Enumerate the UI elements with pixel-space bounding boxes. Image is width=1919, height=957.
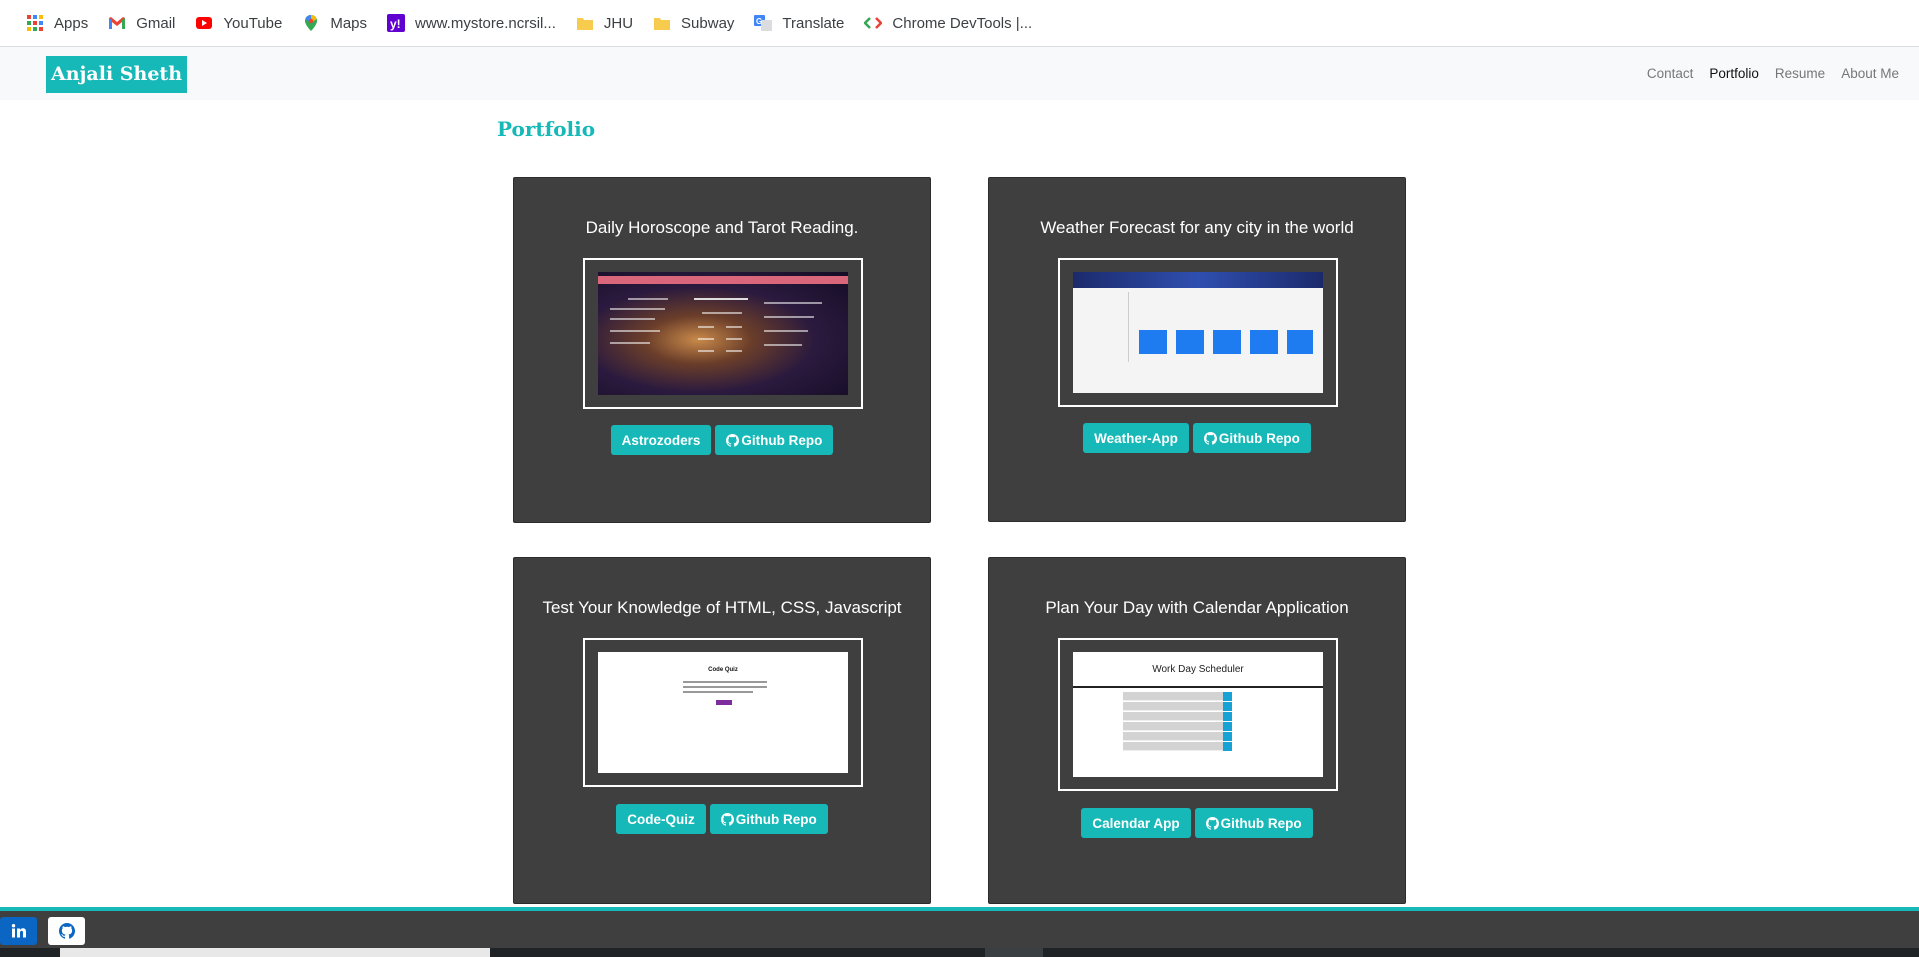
- project-buttons: Calendar App Github Repo: [989, 808, 1405, 838]
- bookmark-label: Translate: [782, 14, 845, 32]
- github-icon: [1205, 816, 1219, 830]
- site-navbar: Anjali Sheth Contact Portfolio Resume Ab…: [0, 47, 1919, 100]
- apps-grid-icon: [26, 14, 44, 32]
- bookmark-label: JHU: [603, 14, 634, 32]
- nav-link-contact[interactable]: Contact: [1647, 66, 1694, 81]
- button-label: Github Repo: [735, 811, 817, 827]
- github-icon: [1203, 431, 1217, 445]
- project-title: Test Your Knowledge of HTML, CSS, Javasc…: [542, 598, 902, 617]
- maps-pin-icon: [302, 14, 320, 32]
- project-screenshot[interactable]: Code Quiz: [583, 638, 863, 787]
- project-card-calendar: Plan Your Day with Calendar Application …: [988, 557, 1406, 904]
- github-repo-button[interactable]: Github Repo: [1192, 423, 1311, 453]
- brand-logo[interactable]: Anjali Sheth: [46, 56, 188, 93]
- screenshot-heading: Work Day Scheduler: [1152, 664, 1244, 675]
- bookmark-label: YouTube: [223, 14, 283, 32]
- svg-text:y!: y!: [390, 17, 401, 31]
- project-buttons: Weather-App Github Repo: [989, 423, 1405, 453]
- bookmark-label: Apps: [54, 14, 89, 32]
- project-title: Weather Forecast for any city in the wor…: [1040, 218, 1354, 237]
- nav-link-portfolio[interactable]: Portfolio: [1709, 66, 1759, 81]
- screenshot-heading: Code Quiz: [708, 667, 738, 673]
- project-title: Plan Your Day with Calendar Application: [1045, 598, 1349, 617]
- bookmark-label: www.mystore.ncrsil...: [415, 14, 556, 32]
- nav-link-about-me[interactable]: About Me: [1841, 66, 1899, 81]
- project-screenshot[interactable]: [583, 258, 863, 409]
- yahoo-icon: y!: [387, 14, 406, 32]
- bookmark-maps[interactable]: Maps: [294, 8, 375, 38]
- bookmark-label: Subway: [681, 14, 735, 32]
- nav-link-resume[interactable]: Resume: [1775, 66, 1825, 81]
- live-app-button[interactable]: Weather-App: [1083, 423, 1189, 453]
- project-buttons: Code-Quiz Github Repo: [514, 804, 930, 834]
- button-label: Astrozoders: [621, 432, 701, 448]
- gmail-icon: [108, 14, 126, 32]
- github-repo-button[interactable]: Github Repo: [715, 425, 834, 455]
- project-screenshot[interactable]: [1058, 258, 1338, 407]
- button-label: Calendar App: [1092, 815, 1180, 831]
- button-label: Code-Quiz: [627, 811, 695, 827]
- devtools-icon: [864, 14, 883, 32]
- button-label: Github Repo: [1220, 815, 1302, 831]
- project-card-code-quiz: Test Your Knowledge of HTML, CSS, Javasc…: [513, 557, 931, 904]
- nav-links: Contact Portfolio Resume About Me: [1631, 47, 1899, 100]
- site-footer: [0, 911, 1919, 948]
- live-app-button[interactable]: Code-Quiz: [616, 804, 706, 834]
- github-repo-button[interactable]: Github Repo: [1194, 808, 1313, 838]
- page-title: Portfolio: [497, 117, 596, 141]
- live-app-button[interactable]: Calendar App: [1081, 808, 1191, 838]
- github-icon: [58, 923, 75, 939]
- github-icon: [726, 433, 740, 447]
- github-icon: [720, 812, 734, 826]
- bookmark-jhu[interactable]: JHU: [568, 8, 641, 38]
- bookmark-gmail[interactable]: Gmail: [100, 8, 183, 38]
- github-link[interactable]: [48, 917, 85, 945]
- button-label: Github Repo: [741, 432, 823, 448]
- bookmark-label: Maps: [330, 14, 368, 32]
- project-card-weather: Weather Forecast for any city in the wor…: [988, 177, 1406, 522]
- button-label: Weather-App: [1094, 430, 1178, 446]
- bookmark-youtube[interactable]: YouTube: [187, 8, 290, 38]
- linkedin-link[interactable]: [0, 917, 37, 945]
- project-buttons: Astrozoders Github Repo: [514, 425, 930, 455]
- linkedin-icon: [11, 924, 26, 938]
- taskbar-strip: [0, 948, 1919, 957]
- bookmark-label: Chrome DevTools |...: [892, 14, 1033, 32]
- screenshot-image: [598, 272, 848, 395]
- bookmark-subway[interactable]: Subway: [645, 8, 742, 38]
- live-app-button[interactable]: Astrozoders: [610, 425, 712, 455]
- bookmark-translate[interactable]: G Translate: [746, 8, 852, 38]
- project-card-horoscope: Daily Horoscope and Tarot Reading. Astro…: [513, 177, 931, 523]
- screenshot-image: [1073, 272, 1323, 393]
- folder-icon: [576, 14, 594, 32]
- folder-icon: [653, 14, 671, 32]
- button-label: Github Repo: [1218, 430, 1300, 446]
- translate-icon: G: [754, 14, 773, 32]
- project-title: Daily Horoscope and Tarot Reading.: [585, 218, 859, 237]
- github-repo-button[interactable]: Github Repo: [709, 804, 828, 834]
- bookmarks-bar: Apps Gmail YouTube Maps y! www.mystore.n…: [0, 0, 1919, 47]
- bookmark-devtools[interactable]: Chrome DevTools |...: [856, 8, 1040, 38]
- bookmark-label: Gmail: [136, 14, 176, 32]
- svg-text:G: G: [756, 17, 762, 26]
- youtube-icon: [195, 14, 213, 32]
- bookmark-apps[interactable]: Apps: [18, 8, 96, 38]
- project-screenshot[interactable]: Work Day Scheduler: [1058, 638, 1338, 791]
- screenshot-image: Code Quiz: [598, 652, 848, 773]
- screenshot-image: Work Day Scheduler: [1073, 652, 1323, 777]
- bookmark-mystore[interactable]: y! www.mystore.ncrsil...: [379, 8, 564, 38]
